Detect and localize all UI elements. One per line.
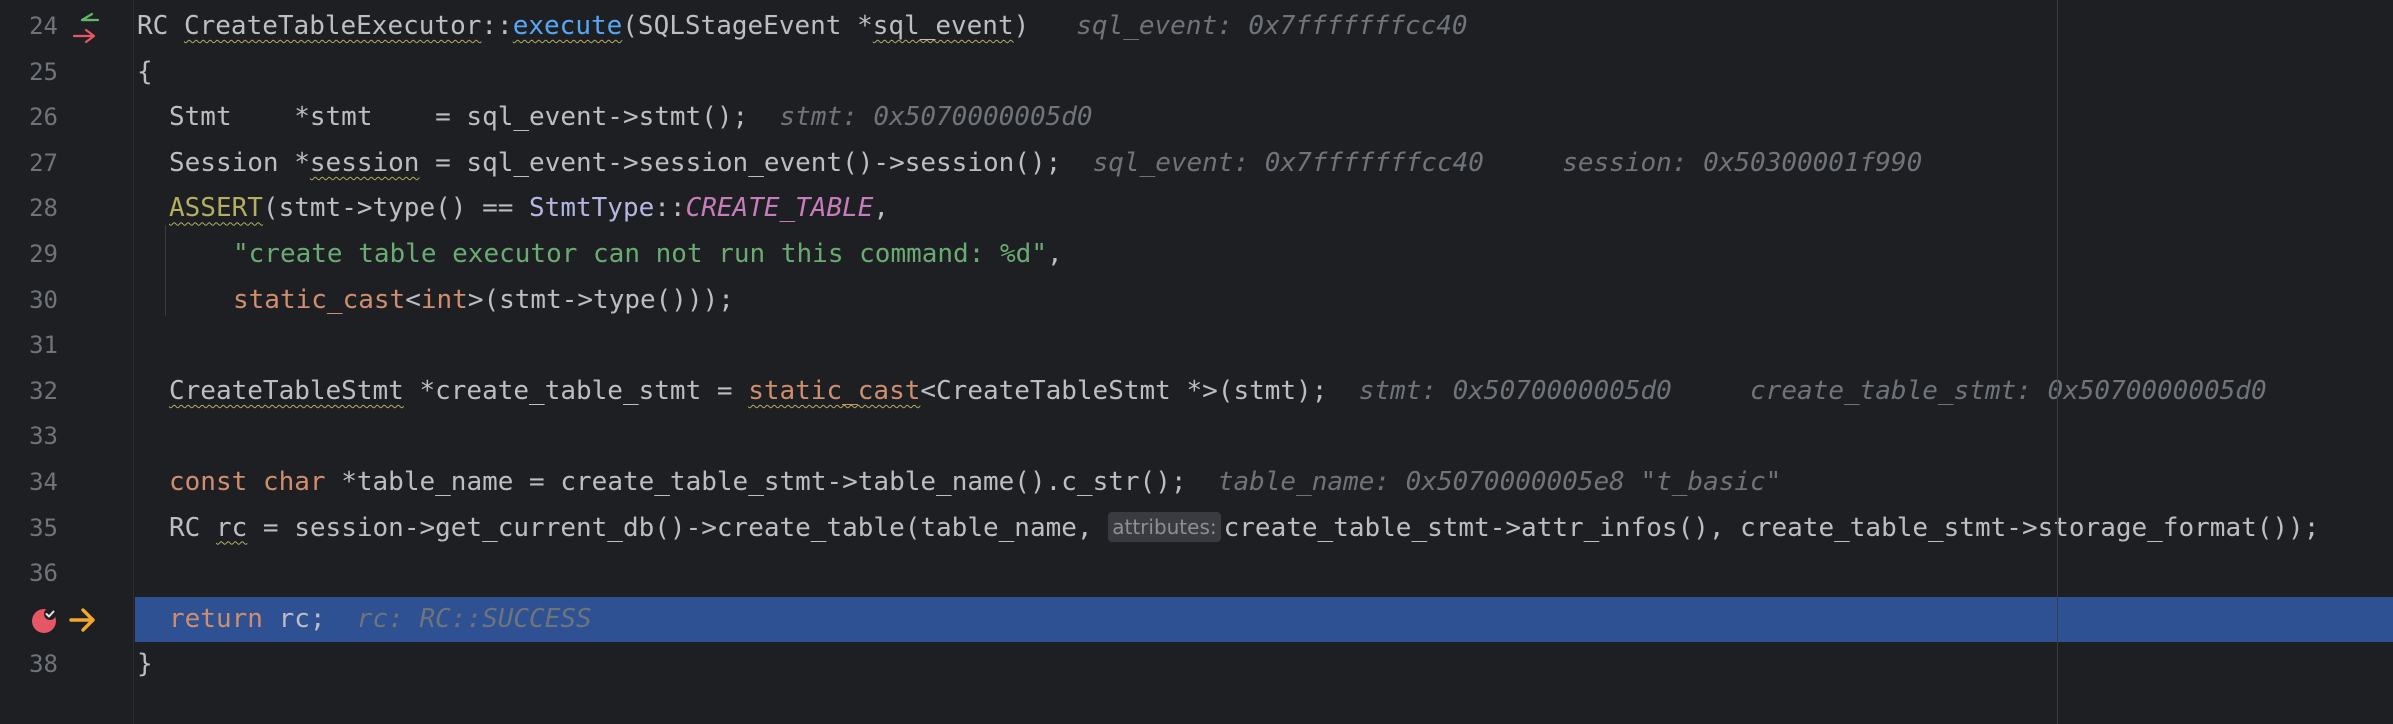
- code-text: {: [137, 56, 153, 87]
- inline-debug-value: stmt: 0x5070000005d0: [1358, 375, 1672, 406]
- code-line-28[interactable]: 28 ASSERT(stmt->type() == StmtType::CREA…: [0, 186, 2393, 232]
- code-line-29[interactable]: 29 "create table executor can not run th…: [0, 232, 2393, 278]
- code-line-30[interactable]: 30 static_cast<int>(stmt->type()));: [0, 278, 2393, 324]
- line-number: 28: [29, 194, 58, 223]
- token-type: RC: [169, 512, 216, 543]
- token-scope-op: ::: [654, 193, 686, 224]
- code-text: return rc; rc: RC::SUCCESS: [169, 597, 592, 643]
- token-statement: Stmt *stmt = sql_event->stmt();: [169, 102, 749, 133]
- inline-debug-value: table_name: 0x5070000005e8 "t_basic": [1217, 467, 1782, 497]
- token-string: "create table executor can not run this …: [233, 239, 1047, 269]
- token-comma: ,: [1046, 239, 1063, 269]
- line-number: 35: [29, 513, 58, 542]
- code-text: static_cast<int>(stmt->type()));: [233, 278, 734, 324]
- code-line-31[interactable]: 31: [0, 323, 2393, 369]
- token-expression: = session->get_current_db()->create_tabl…: [247, 512, 1109, 543]
- code-text: RC rc = session->get_current_db()->creat…: [169, 506, 2319, 552]
- token-expression: *table_name = create_table_stmt->table_n…: [325, 467, 1187, 497]
- code-line-25[interactable]: 25 {: [0, 50, 2393, 96]
- token-scope-op: ::: [481, 11, 513, 41]
- token-params: (SQLStageEvent *: [622, 11, 873, 41]
- token-keyword: const: [169, 467, 248, 497]
- code-line-32[interactable]: 32 CreateTableStmt *create_table_stmt = …: [0, 369, 2393, 415]
- code-line-36[interactable]: 36: [0, 551, 2393, 597]
- code-editor[interactable]: 24 RC CreateTableExecutor::execute(SQLSt…: [0, 0, 2393, 724]
- token-keyword: static_cast: [748, 375, 921, 406]
- token-type: CreateTableStmt: [169, 375, 404, 406]
- code-text: Session *session = sql_event->session_ev…: [169, 141, 1922, 187]
- code-text: ASSERT(stmt->type() == StmtType::CREATE_…: [169, 186, 889, 232]
- token-class-name: CreateTableExecutor: [183, 11, 482, 41]
- code-text: "create table executor can not run this …: [233, 232, 1063, 278]
- token-keyword: char: [262, 467, 326, 497]
- inline-debug-value: rc: RC::SUCCESS: [356, 603, 592, 634]
- token-keyword: static_cast: [233, 284, 406, 315]
- token-macro: ASSERT: [169, 193, 263, 224]
- line-number: 38: [29, 650, 58, 679]
- token-variable: rc: [215, 512, 248, 543]
- token-expression: <CreateTableStmt *>(stmt);: [920, 375, 1328, 406]
- inline-debug-value: create_table_stmt: 0x5070000005d0: [1750, 375, 2267, 406]
- inline-debug-value: sql_event: 0x7fffffffcc40: [1076, 11, 1468, 41]
- token-enum-type: StmtType: [529, 193, 655, 224]
- parameter-name-hint: attributes:: [1108, 511, 1221, 542]
- token-expression: rc;: [262, 603, 326, 634]
- token-enum-value: CREATE_TABLE: [685, 193, 874, 224]
- line-number: 32: [29, 376, 58, 405]
- right-margin-guide: [2057, 0, 2058, 724]
- code-line-35[interactable]: 35 RC rc = session->get_current_db()->cr…: [0, 506, 2393, 552]
- token-keyword: return: [169, 603, 263, 634]
- token-paren: ): [1013, 11, 1030, 41]
- line-number: 30: [29, 285, 58, 314]
- breakpoint-icon[interactable]: [30, 605, 60, 635]
- code-line-37[interactable]: return rc; rc: RC::SUCCESS: [0, 597, 2393, 643]
- line-number: 36: [29, 559, 58, 588]
- line-number: 26: [29, 103, 58, 132]
- code-line-24[interactable]: 24 RC CreateTableExecutor::execute(SQLSt…: [0, 4, 2393, 50]
- token-expression: >(stmt->type()));: [467, 284, 734, 315]
- step-back-icon[interactable]: [70, 8, 104, 44]
- line-number: 31: [29, 331, 58, 360]
- inline-debug-value: session: 0x50300001f990: [1562, 147, 1923, 178]
- code-line-27[interactable]: 27 Session *session = sql_event->session…: [0, 141, 2393, 187]
- line-number: 29: [29, 240, 58, 268]
- code-text: CreateTableStmt *create_table_stmt = sta…: [169, 369, 2267, 415]
- code-text: }: [137, 649, 153, 680]
- code-text: const char *table_name = create_table_st…: [169, 460, 1781, 506]
- line-number: 24: [29, 12, 58, 40]
- token-keyword: int: [420, 284, 468, 315]
- token-expression: *create_table_stmt =: [403, 375, 749, 406]
- inline-debug-value: stmt: 0x5070000005d0: [779, 102, 1093, 133]
- code-text: Stmt *stmt = sql_event->stmt(); stmt: 0x…: [169, 95, 1093, 141]
- token-expression: = sql_event->session_event()->session();: [419, 147, 1062, 178]
- token-type: Session *: [169, 147, 310, 178]
- line-number: 34: [29, 468, 58, 496]
- token-comma: ,: [873, 193, 890, 224]
- line-number: 25: [29, 57, 58, 86]
- token-expression: (stmt->type() ==: [262, 193, 530, 224]
- token-param-name: sql_event: [872, 11, 1014, 41]
- token-expression: create_table_stmt->attr_infos(), create_…: [1223, 512, 2320, 543]
- code-line-38[interactable]: 38 }: [0, 642, 2393, 688]
- execution-point-arrow-icon: [68, 606, 98, 634]
- code-text: RC CreateTableExecutor::execute(SQLStage…: [137, 4, 1468, 50]
- inline-debug-value: sql_event: 0x7fffffffcc40: [1092, 147, 1484, 178]
- code-line-34[interactable]: 34 const char *table_name = create_table…: [0, 460, 2393, 506]
- line-number: 33: [29, 422, 58, 451]
- token-angle: <: [405, 284, 421, 315]
- code-line-33[interactable]: 33: [0, 414, 2393, 460]
- code-line-26[interactable]: 26 Stmt *stmt = sql_event->stmt(); stmt:…: [0, 95, 2393, 141]
- token-function-name: execute: [512, 11, 623, 41]
- token-variable: session: [309, 147, 420, 178]
- line-number: 27: [29, 148, 58, 177]
- token-type: RC: [137, 11, 184, 41]
